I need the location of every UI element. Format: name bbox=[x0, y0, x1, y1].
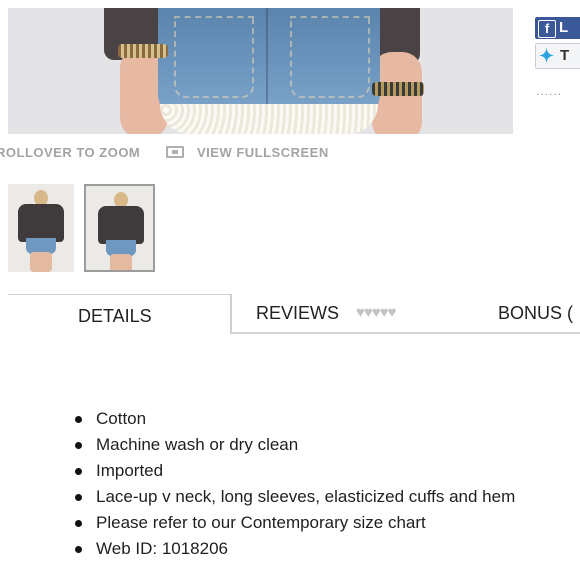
list-item: Web ID: 1018206 bbox=[74, 536, 515, 562]
list-item: Imported bbox=[74, 458, 515, 484]
product-main-image[interactable] bbox=[8, 8, 513, 134]
twitter-icon: ✦ bbox=[539, 46, 555, 66]
facebook-like-button[interactable]: f L bbox=[535, 17, 580, 39]
tab-bonus[interactable]: BONUS ( bbox=[498, 294, 580, 334]
rating-hearts-icon: ♥♥♥♥♥ bbox=[356, 304, 397, 321]
list-item: Machine wash or dry clean bbox=[74, 432, 515, 458]
fullscreen-icon[interactable] bbox=[166, 146, 184, 158]
twitter-tweet-button[interactable]: ✦ T bbox=[535, 43, 580, 69]
twitter-label: T bbox=[560, 47, 570, 64]
product-info-tabs: DETAILS REVIEWS ♥♥♥♥♥ BONUS ( bbox=[8, 294, 580, 334]
tab-reviews-label: REVIEWS bbox=[256, 303, 340, 323]
model-legs bbox=[110, 254, 132, 270]
product-details-list: Cotton Machine wash or dry clean Importe… bbox=[74, 406, 515, 562]
facebook-label: L bbox=[559, 19, 569, 36]
model-top bbox=[18, 204, 64, 242]
center-seam bbox=[266, 8, 268, 108]
tab-details[interactable]: DETAILS bbox=[8, 294, 232, 334]
image-tools-row: ROLLOVER TO ZOOM VIEW FULLSCREEN bbox=[0, 145, 400, 163]
back-pocket-left bbox=[174, 16, 254, 98]
thumbnail-back-selected[interactable] bbox=[84, 184, 155, 272]
bracelets-left bbox=[118, 44, 168, 58]
list-item: Cotton bbox=[74, 406, 515, 432]
list-item: Lace-up v neck, long sleeves, elasticize… bbox=[74, 484, 515, 510]
model-top bbox=[98, 206, 144, 244]
tab-details-label: DETAILS bbox=[78, 306, 152, 326]
facebook-icon: f bbox=[538, 20, 556, 38]
more-share-options[interactable]: ...... bbox=[536, 84, 562, 98]
view-fullscreen-link[interactable]: VIEW FULLSCREEN bbox=[197, 145, 329, 160]
rollover-zoom-hint: ROLLOVER TO ZOOM bbox=[0, 145, 141, 160]
bracelets-right bbox=[372, 82, 424, 96]
tab-bonus-label: BONUS ( bbox=[498, 303, 574, 323]
thumbnail-front[interactable] bbox=[8, 184, 74, 272]
lace-hem bbox=[160, 104, 378, 134]
back-pocket-right bbox=[290, 16, 370, 98]
list-item: Please refer to our Contemporary size ch… bbox=[74, 510, 515, 536]
model-legs bbox=[30, 252, 52, 272]
tab-reviews[interactable]: REVIEWS ♥♥♥♥♥ bbox=[256, 294, 456, 334]
